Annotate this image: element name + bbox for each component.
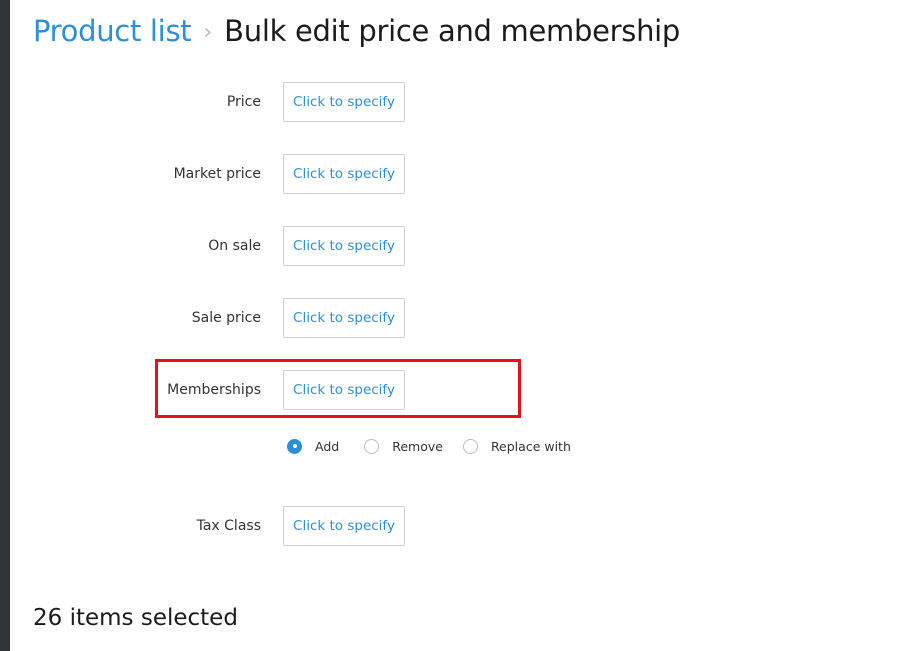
radio-option-remove[interactable]: Remove — [364, 438, 463, 454]
membership-mode-radio-group: Add Remove Replace with — [287, 437, 571, 455]
field-row-tax-class: Tax Class Click to specify — [0, 506, 420, 546]
tax-class-specify-button[interactable]: Click to specify — [283, 506, 405, 546]
radio-replace-with-label[interactable]: Replace with — [491, 439, 571, 454]
field-row-price: Price Click to specify — [0, 82, 420, 122]
radio-remove-icon[interactable] — [364, 438, 380, 454]
radio-replace-with-icon[interactable] — [462, 438, 478, 454]
breadcrumb: Product list › Bulk edit price and membe… — [33, 11, 680, 51]
sale-price-specify-button[interactable]: Click to specify — [283, 298, 405, 338]
breadcrumb-link-product-list[interactable]: Product list — [33, 14, 192, 48]
radio-option-replace-with[interactable]: Replace with — [462, 438, 571, 454]
radio-add-checked-icon[interactable] — [287, 438, 302, 454]
breadcrumb-separator-icon: › — [203, 19, 213, 45]
memberships-label: Memberships — [167, 382, 261, 398]
memberships-specify-button[interactable]: Click to specify — [283, 370, 405, 410]
field-row-market-price: Market price Click to specify — [0, 154, 420, 194]
page-title: Bulk edit price and membership — [224, 14, 681, 48]
selection-count-heading: 26 items selected — [33, 605, 238, 631]
field-row-on-sale: On sale Click to specify — [0, 226, 420, 266]
price-label: Price — [226, 94, 261, 110]
on-sale-label: On sale — [208, 238, 261, 254]
tax-class-label: Tax Class — [196, 518, 261, 534]
market-price-label: Market price — [173, 166, 261, 182]
sale-price-label: Sale price — [191, 310, 261, 326]
price-specify-button[interactable]: Click to specify — [283, 82, 405, 122]
radio-option-add[interactable]: Add — [287, 438, 364, 454]
radio-add-label[interactable]: Add — [315, 439, 339, 454]
field-row-sale-price: Sale price Click to specify — [0, 298, 420, 338]
field-row-memberships: Memberships Click to specify — [0, 370, 420, 410]
on-sale-specify-button[interactable]: Click to specify — [283, 226, 405, 266]
radio-remove-label[interactable]: Remove — [392, 439, 443, 454]
market-price-specify-button[interactable]: Click to specify — [283, 154, 405, 194]
